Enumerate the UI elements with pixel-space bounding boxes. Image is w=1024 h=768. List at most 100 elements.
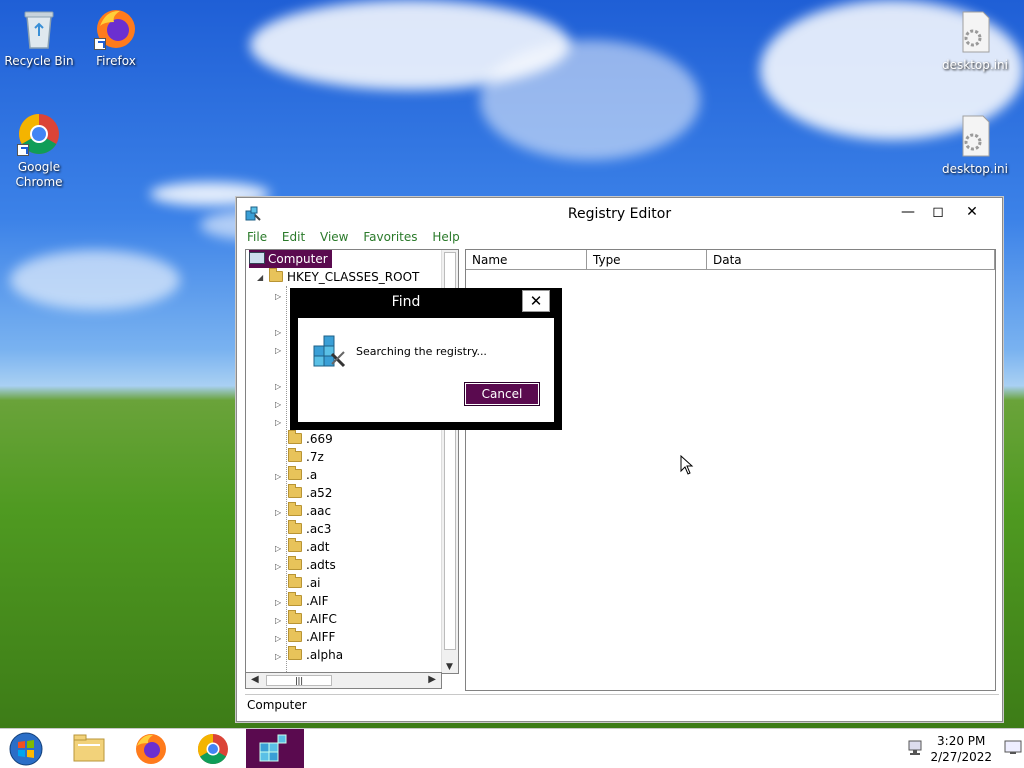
expand-arrow-icon[interactable]: ▷ [275,652,284,661]
tree-node-key[interactable]: .AIF [288,592,328,610]
menu-file[interactable]: File [247,230,267,244]
folder-icon [288,502,302,516]
tree-node-key[interactable]: .adts [288,556,336,574]
close-button[interactable]: ✕ [958,202,986,222]
folder-icon [288,610,302,624]
recycle-bin-icon [17,6,61,50]
tree-node-label: Computer [268,252,328,266]
expand-arrow-icon[interactable]: ▷ [275,562,284,571]
tree-horizontal-scrollbar[interactable]: ◀ ||| ▶ [245,672,442,689]
tree-node-key[interactable]: .AIFF [288,628,335,646]
tree-node-label: .ac3 [306,522,332,536]
folder-icon [288,592,302,606]
settings-file-icon [953,114,997,158]
taskbar-clock[interactable]: 3:20 PM 2/27/2022 [930,733,992,765]
tree-node-key[interactable]: .ac3 [288,520,331,538]
chrome-icon [197,734,228,765]
taskbar-registry-editor[interactable] [246,729,304,768]
expand-arrow-icon[interactable]: ▷ [275,634,284,643]
tree-node-label: .AIF [306,594,329,608]
start-button[interactable] [6,731,46,767]
column-header-type[interactable]: Type [587,250,707,270]
desktop-icon-google-chrome[interactable]: Google Chrome [0,112,78,190]
dialog-message: Searching the registry... [356,345,487,358]
folder-icon [288,520,302,534]
clock-time: 3:20 PM [937,734,986,748]
expand-arrow-icon[interactable]: ▷ [275,346,284,355]
folder-icon [288,556,302,570]
registry-search-icon [312,334,346,368]
firefox-icon [136,734,166,764]
folder-icon [288,574,302,588]
menu-edit[interactable]: Edit [282,230,305,244]
desktop-icon-label: Firefox [96,54,136,68]
desktop-icon-label: desktop.ini [942,58,1008,72]
tree-node-label: .adt [306,540,330,554]
expand-arrow-icon[interactable]: ▷ [275,292,284,301]
tree-node-key[interactable]: .alpha [288,646,343,664]
folder-icon [288,628,302,642]
tree-node-key[interactable]: .a52 [288,484,332,502]
folder-icon [288,466,302,480]
tree-node-label: .aac [306,504,332,518]
find-dialog[interactable]: Find ✕ Searching the registry... Cancel [290,288,562,430]
dialog-close-button[interactable]: ✕ [522,290,550,312]
expand-arrow-icon[interactable]: ▷ [275,616,284,625]
title-bar[interactable]: Registry Editor — ◻ ✕ [237,198,1002,228]
scroll-right-arrow-icon[interactable]: ▶ [428,674,436,685]
menu-favorites[interactable]: Favorites [363,230,417,244]
expand-arrow-icon[interactable]: ▷ [275,382,284,391]
minimize-button[interactable]: — [894,202,922,222]
taskbar-firefox[interactable] [122,729,180,768]
expand-arrow-icon[interactable]: ▷ [275,598,284,607]
taskbar: 3:20 PM 2/27/2022 [0,728,1024,768]
expand-arrow-icon[interactable]: ▷ [275,472,284,481]
scroll-left-arrow-icon[interactable]: ◀ [251,674,259,685]
expand-arrow-icon[interactable]: ▷ [275,328,284,337]
tree-node-key[interactable]: .669 [288,430,333,448]
menu-bar: File Edit View Favorites Help [247,230,471,248]
tree-node-label: .a [306,468,318,482]
expand-arrow-icon[interactable]: ▷ [275,400,284,409]
taskbar-file-explorer[interactable] [60,729,118,768]
tree-node-key[interactable]: .7z [288,448,324,466]
tree-node-label: .7z [306,450,324,464]
menu-help[interactable]: Help [432,230,459,244]
tree-node-key[interactable]: .AIFC [288,610,337,628]
firefox-icon [94,6,138,50]
maximize-button[interactable]: ◻ [924,202,952,222]
desktop-icon-desktop-ini[interactable]: desktop.ini [936,114,1014,177]
desktop-icon-recycle-bin[interactable]: Recycle Bin [0,6,78,69]
expand-arrow-icon[interactable]: ▷ [275,418,284,427]
tree-node-label: .669 [306,432,333,446]
folder-icon [288,430,302,444]
collapse-arrow-icon[interactable]: ◢ [257,273,266,282]
taskbar-chrome[interactable] [184,729,242,768]
desktop-icon-desktop-ini[interactable]: desktop.ini [936,10,1014,73]
tree-node-label: .a52 [306,486,333,500]
registry-editor-icon [259,734,287,762]
tree-node-key[interactable]: .aac [288,502,331,520]
column-header-data[interactable]: Data [707,250,995,270]
tree-node-hkey-classes-root[interactable]: HKEY_CLASSES_ROOT [269,268,419,286]
tree-node-label: .ai [306,576,321,590]
menu-view[interactable]: View [320,230,348,244]
registry-editor-window[interactable]: Registry Editor — ◻ ✕ File Edit View Fav… [236,197,1003,722]
tree-node-label: .alpha [306,648,344,662]
desktop-icon-firefox[interactable]: Firefox [77,6,155,69]
desktop-icon-label: Recycle Bin [4,54,74,68]
scrollbar-thumb[interactable]: ||| [266,675,332,686]
show-desktop-icon[interactable] [1004,739,1022,755]
tree-node-computer[interactable]: Computer [249,250,332,268]
expand-arrow-icon[interactable]: ▷ [275,508,284,517]
tree-node-key[interactable]: .adt [288,538,330,556]
column-header-name[interactable]: Name [466,250,587,270]
expand-arrow-icon[interactable]: ▷ [275,544,284,553]
network-icon[interactable] [906,739,924,757]
folder-icon [288,448,302,462]
scroll-down-arrow-icon[interactable]: ▼ [446,662,453,672]
tree-node-label: .adts [306,558,336,572]
tree-node-key[interactable]: .ai [288,574,321,592]
cancel-button[interactable]: Cancel [464,382,540,406]
tree-node-key[interactable]: .a [288,466,317,484]
